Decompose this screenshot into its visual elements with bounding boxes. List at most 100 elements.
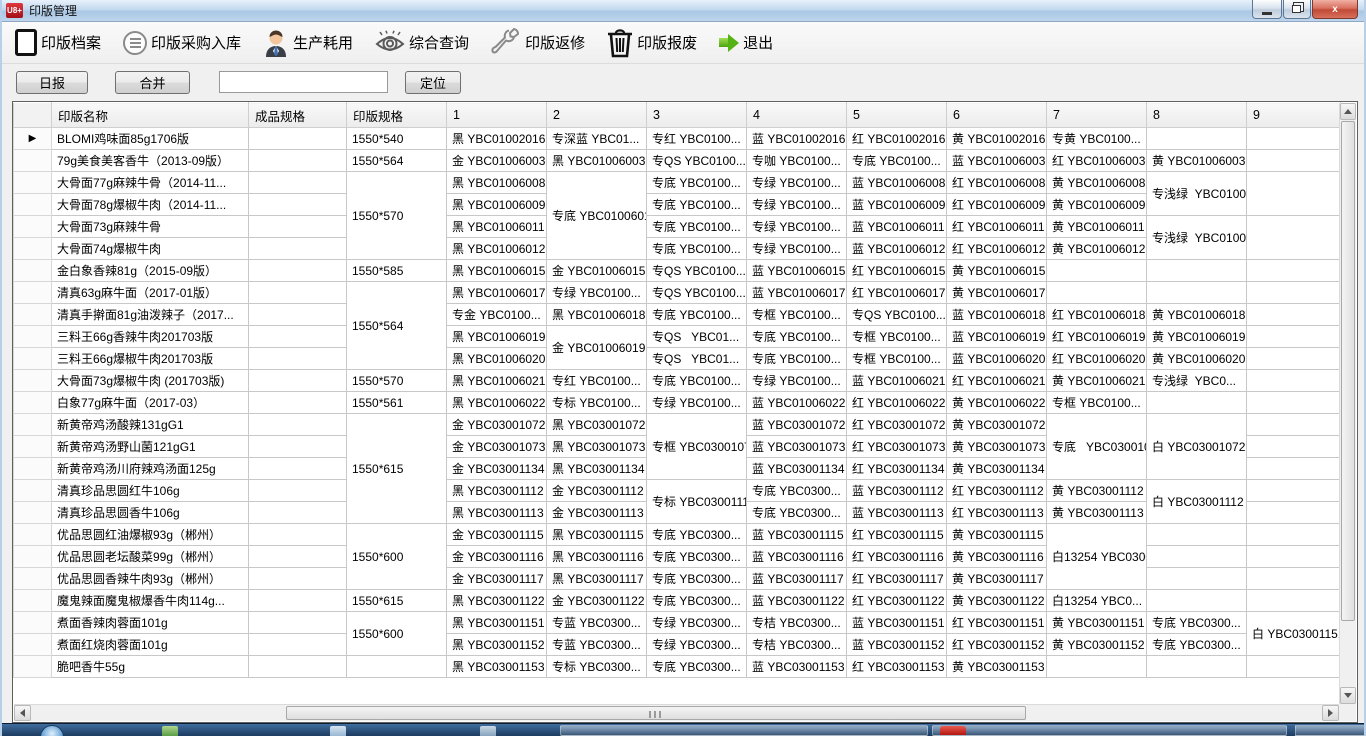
grid-cell[interactable] bbox=[1147, 128, 1247, 150]
row-selector-cell[interactable] bbox=[14, 216, 52, 238]
grid-cell[interactable]: 1550*570 bbox=[347, 370, 447, 392]
grid-cell[interactable]: 红 YBC01006008 bbox=[947, 172, 1047, 194]
grid-cell[interactable] bbox=[1247, 150, 1341, 172]
toolbar-item-query[interactable]: 综合查询 bbox=[375, 30, 469, 56]
grid-cell[interactable] bbox=[1247, 590, 1341, 612]
row-selector-cell[interactable] bbox=[14, 458, 52, 480]
grid-cell[interactable]: 蓝 YBC03001151 bbox=[847, 612, 947, 634]
row-selector-cell[interactable] bbox=[14, 150, 52, 172]
locate-button[interactable]: 定位 bbox=[405, 71, 461, 94]
grid-cell[interactable] bbox=[1247, 436, 1341, 458]
grid-cell[interactable]: 专底 YBC0300... bbox=[647, 568, 747, 590]
row-selector-cell[interactable] bbox=[14, 238, 52, 260]
grid-cell[interactable]: 金 YBC01006015 bbox=[547, 260, 647, 282]
grid-cell[interactable] bbox=[347, 656, 447, 678]
grid-cell[interactable]: 专桔 YBC0300... bbox=[747, 612, 847, 634]
grid-cell[interactable]: 专绿 YBC0100... bbox=[547, 282, 647, 304]
grid-cell[interactable]: 红 YBC01002016 bbox=[847, 128, 947, 150]
grid-cell[interactable]: 红 YBC01006022 bbox=[847, 392, 947, 414]
grid-cell[interactable]: 黑 YBC01006008 bbox=[447, 172, 547, 194]
grid-cell[interactable] bbox=[249, 370, 347, 392]
column-header[interactable]: 1 bbox=[447, 103, 547, 128]
row-selector-cell[interactable] bbox=[14, 370, 52, 392]
grid-cell[interactable] bbox=[1147, 392, 1247, 414]
grid-cell[interactable]: 黄 YBC03001113 bbox=[1047, 502, 1147, 524]
grid-cell[interactable]: 白 YBC03001151 bbox=[1247, 612, 1341, 656]
grid-cell[interactable]: 黄 YBC03001122 bbox=[947, 590, 1047, 612]
grid-cell[interactable]: 黄 YBC03001073 bbox=[947, 436, 1047, 458]
grid-cell[interactable]: 黄 YBC01002016 bbox=[947, 128, 1047, 150]
grid-cell[interactable]: 黑 YBC01006011 bbox=[447, 216, 547, 238]
grid-cell[interactable]: 专QS YBC0100... bbox=[647, 150, 747, 172]
grid-cell[interactable]: 蓝 YBC01006020 bbox=[947, 348, 1047, 370]
grid-cell[interactable]: 专红 YBC0100... bbox=[647, 128, 747, 150]
grid-cell[interactable]: 专咖 YBC0100... bbox=[747, 150, 847, 172]
grid-cell[interactable] bbox=[1247, 128, 1341, 150]
grid-cell[interactable]: 专QS YBC0100... bbox=[847, 304, 947, 326]
grid-cell[interactable]: 蓝 YBC01006011 bbox=[847, 216, 947, 238]
grid-cell[interactable]: 黄 YBC01006003 bbox=[1147, 150, 1247, 172]
grid-cell[interactable]: 白13254 YBC03001 bbox=[1047, 524, 1147, 590]
grid-cell[interactable]: 专绿 YBC0100... bbox=[647, 392, 747, 414]
grid-cell[interactable]: 黄 YBC03001117 bbox=[947, 568, 1047, 590]
grid-cell[interactable]: 大骨面73g爆椒牛肉 (201703版) bbox=[52, 370, 249, 392]
scroll-right-button[interactable] bbox=[1322, 705, 1339, 721]
grid-cell[interactable] bbox=[1247, 524, 1341, 546]
grid-cell[interactable]: 1550*570 bbox=[347, 172, 447, 260]
grid-cell[interactable]: 红 YBC03001152 bbox=[947, 634, 1047, 656]
grid-cell[interactable]: 黑 YBC03001115 bbox=[547, 524, 647, 546]
grid-cell[interactable] bbox=[1247, 282, 1341, 304]
grid-cell[interactable]: 专框 YBC0100... bbox=[847, 326, 947, 348]
row-selector-cell[interactable] bbox=[14, 282, 52, 304]
grid-cell[interactable] bbox=[1147, 568, 1247, 590]
grid-cell[interactable] bbox=[1147, 656, 1247, 678]
column-header[interactable]: 2 bbox=[547, 103, 647, 128]
restore-button[interactable] bbox=[1283, 0, 1311, 19]
grid-cell[interactable]: 专蓝 YBC0300... bbox=[547, 634, 647, 656]
grid-cell[interactable]: 大骨面78g爆椒牛肉（2014-11... bbox=[52, 194, 249, 216]
grid-cell[interactable]: 蓝 YBC03001115 bbox=[747, 524, 847, 546]
grid-cell[interactable]: 蓝 YBC01006019 bbox=[947, 326, 1047, 348]
grid-cell[interactable]: 金 YBC01006003 bbox=[447, 150, 547, 172]
grid-cell[interactable]: 黄 YBC03001112 bbox=[1047, 480, 1147, 502]
row-selector-cell[interactable] bbox=[14, 480, 52, 502]
grid-cell[interactable]: 金 YBC03001113 bbox=[547, 502, 647, 524]
grid-cell[interactable]: 1550*585 bbox=[347, 260, 447, 282]
grid-cell[interactable]: 专QS YBC0100... bbox=[647, 260, 747, 282]
grid-cell[interactable]: 专底 YBC0300... bbox=[1147, 634, 1247, 656]
grid-cell[interactable]: BLOMI鸡味面85g1706版 bbox=[52, 128, 249, 150]
grid-cell[interactable] bbox=[249, 436, 347, 458]
toolbar-item-exit[interactable]: 退出 bbox=[719, 32, 773, 53]
grid-cell[interactable] bbox=[1247, 260, 1341, 282]
grid-cell[interactable]: 清真珍品思圆香牛106g bbox=[52, 502, 249, 524]
grid-cell[interactable]: 专底 YBC0300... bbox=[647, 524, 747, 546]
grid-cell[interactable]: 专底 YBC0300... bbox=[647, 656, 747, 678]
grid-cell[interactable]: 蓝 YBC01006015 bbox=[747, 260, 847, 282]
grid-cell[interactable]: 黑 YBC01006009 bbox=[447, 194, 547, 216]
grid-cell[interactable] bbox=[249, 194, 347, 216]
grid-cell[interactable]: 黑 YBC03001117 bbox=[547, 568, 647, 590]
grid-cell[interactable] bbox=[1047, 282, 1147, 304]
grid-cell[interactable]: 蓝 YBC01006009 bbox=[847, 194, 947, 216]
toolbar-item-scrap[interactable]: 印版报废 bbox=[607, 28, 697, 58]
grid-cell[interactable]: 黑 YBC01006012 bbox=[447, 238, 547, 260]
taskbar-tray-icon-2[interactable] bbox=[330, 726, 346, 736]
grid-cell[interactable]: 1550*561 bbox=[347, 392, 447, 414]
grid-cell[interactable]: 黄 YBC01006020 bbox=[1147, 348, 1247, 370]
grid-cell[interactable]: 黑 YBC01006015 bbox=[447, 260, 547, 282]
grid-cell[interactable] bbox=[249, 568, 347, 590]
grid-cell[interactable]: 红 YBC03001115 bbox=[847, 524, 947, 546]
grid-cell[interactable] bbox=[1047, 260, 1147, 282]
toolbar-item-plate-archive[interactable]: 印版档案 bbox=[15, 29, 101, 56]
grid-cell[interactable]: 黄 YBC03001116 bbox=[947, 546, 1047, 568]
grid-cell[interactable] bbox=[1247, 480, 1341, 502]
grid-cell[interactable]: 蓝 YBC01006022 bbox=[747, 392, 847, 414]
column-header[interactable]: 4 bbox=[747, 103, 847, 128]
grid-cell[interactable]: 专黄 YBC0100... bbox=[1047, 128, 1147, 150]
grid-cell[interactable]: 专底 YBC0300... bbox=[647, 546, 747, 568]
taskbar-right-section[interactable] bbox=[1295, 725, 1364, 736]
row-selector-cell[interactable]: ▶ bbox=[14, 128, 52, 150]
grid-cell[interactable]: 1550*615 bbox=[347, 414, 447, 524]
grid-cell[interactable]: 红 YBC01006009 bbox=[947, 194, 1047, 216]
grid-cell[interactable]: 红 YBC03001112 bbox=[947, 480, 1047, 502]
